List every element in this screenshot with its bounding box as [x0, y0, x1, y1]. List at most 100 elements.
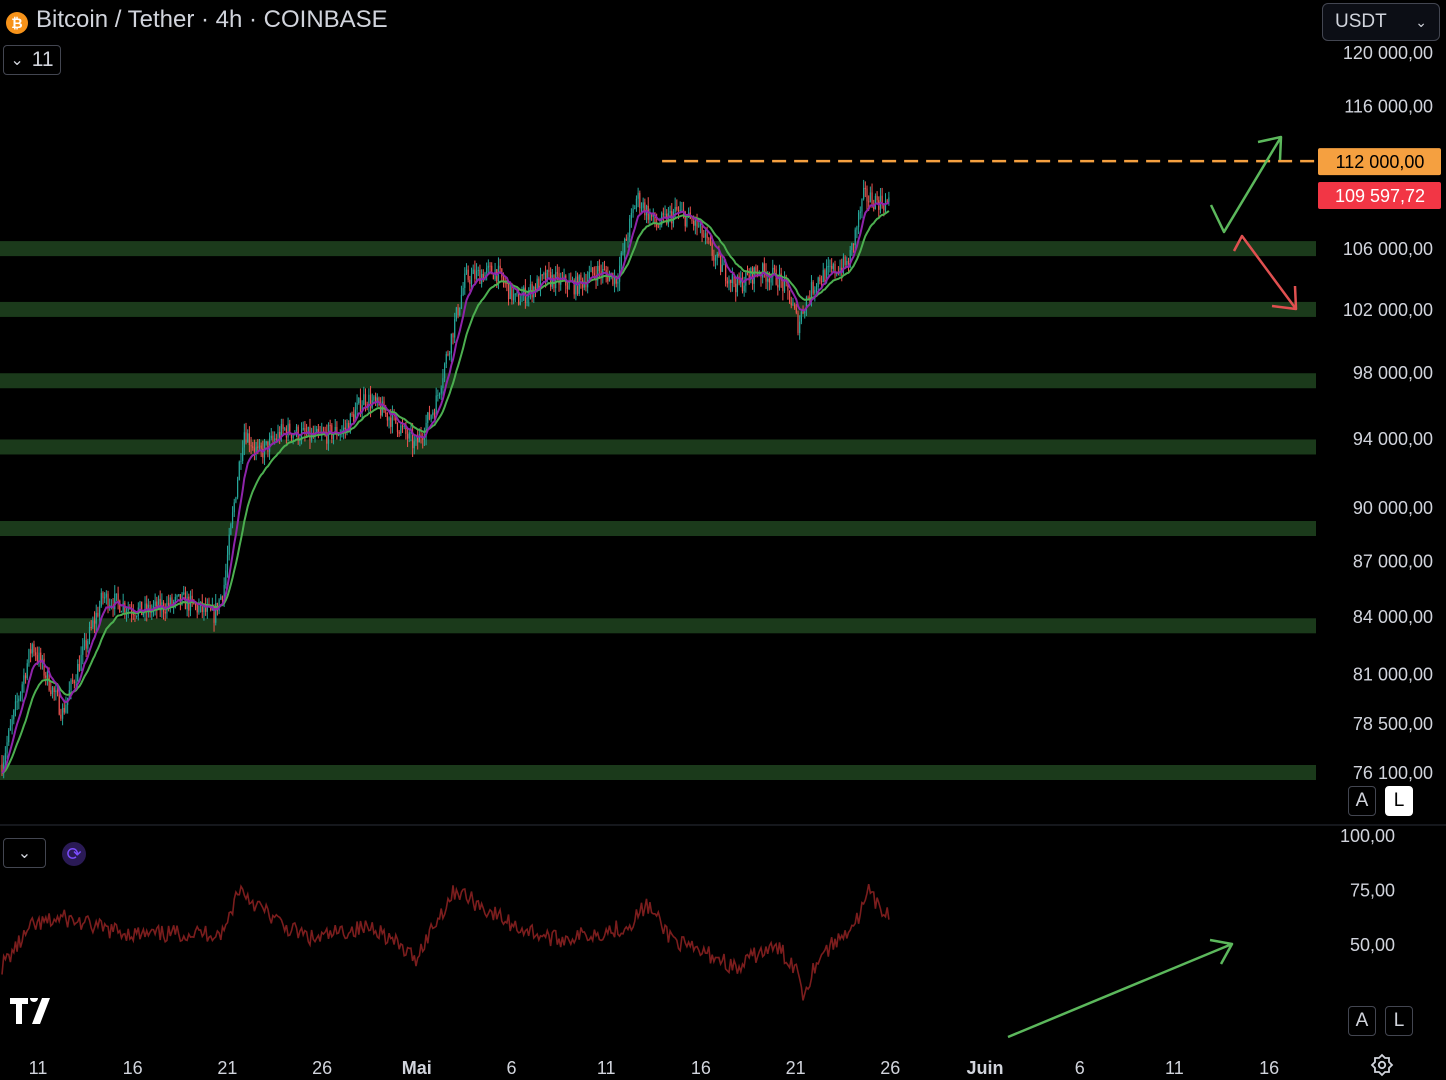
resistance-price-label: 112 000,00 [1336, 152, 1425, 172]
rsi-panel-toggle-button[interactable]: ⌄ [3, 838, 46, 868]
candle-body [679, 209, 681, 211]
candle-body [516, 293, 518, 295]
candle-body [433, 412, 436, 416]
candle-body [252, 446, 254, 448]
gear-icon[interactable] [1370, 1053, 1394, 1077]
candle-body [824, 270, 826, 283]
candle-body [504, 282, 506, 284]
candle-body [191, 595, 193, 600]
candle-body [464, 273, 466, 288]
candle-body [859, 211, 861, 213]
x-tick-label: 26 [880, 1058, 900, 1078]
candle-body [99, 606, 101, 617]
candle-body [87, 641, 89, 649]
x-tick-label: Juin [966, 1058, 1003, 1078]
candle-body [486, 267, 488, 273]
candle-body [406, 433, 409, 439]
candle-body [139, 601, 141, 608]
candle-body [763, 263, 765, 272]
candle-body [363, 394, 365, 406]
candle-body [625, 239, 627, 241]
candle-body [863, 187, 865, 199]
candle-body [630, 212, 632, 219]
candle-body [358, 397, 360, 404]
candle-body [844, 256, 846, 266]
chart-title: Bitcoin / Tether · 4h · COINBASE [36, 6, 388, 33]
chevron-down-icon: ⌄ [17, 845, 32, 862]
candle-body [284, 428, 286, 430]
candle-body [822, 270, 824, 283]
candle-body [398, 432, 400, 434]
candle-body [56, 690, 59, 694]
candle-body [575, 276, 577, 295]
candle-body [662, 213, 664, 215]
candle-body [704, 233, 707, 237]
rsi-auto-scale-button[interactable]: A [1348, 1006, 1376, 1036]
sync-icon[interactable]: ⟳ [62, 842, 86, 866]
candle-body [248, 433, 250, 446]
support-zone [0, 241, 1316, 257]
candle-body [477, 269, 479, 271]
candle-body [518, 293, 520, 305]
candle-body [385, 412, 387, 414]
candle-body [831, 265, 833, 269]
candle-body [681, 209, 683, 211]
candle-body [432, 412, 434, 416]
candle-body [75, 681, 77, 684]
candle-body [438, 393, 441, 395]
chart-canvas[interactable]: 11 16 21 26 Mai 6 11 16 21 26 Juin 6 11 16 120 000,00 1… [0, 0, 1446, 1080]
candle-body [790, 303, 792, 306]
candle-body [238, 461, 240, 480]
candle-body [417, 437, 419, 443]
support-zone [0, 521, 1316, 537]
candle-body [649, 213, 651, 220]
candle-body [46, 671, 49, 678]
rsi-log-scale-button[interactable]: L [1385, 1006, 1413, 1036]
candle-body [233, 502, 235, 513]
candle-body [521, 295, 523, 302]
candle-body [807, 297, 809, 299]
candle-body [871, 192, 873, 205]
candle-body [474, 269, 476, 279]
candle-body [287, 423, 289, 438]
candle-body [711, 243, 713, 256]
candle-body [812, 282, 814, 294]
y-tick-label: 116 000,00 [1344, 97, 1433, 117]
candle-body [792, 304, 794, 306]
support-zone [0, 373, 1316, 389]
x-tick-label: 11 [1165, 1058, 1184, 1078]
candle-body [817, 277, 819, 287]
y-tick-label: 84 000,00 [1353, 607, 1433, 627]
candle-body [364, 394, 367, 405]
candle-body [176, 595, 178, 598]
y-tick-label: 102 000,00 [1343, 300, 1433, 320]
candle-body [19, 692, 22, 699]
log-scale-button[interactable]: L [1385, 786, 1413, 816]
candle-body [479, 269, 481, 284]
candle-body [489, 265, 491, 267]
candle-body [228, 534, 230, 555]
auto-scale-button[interactable]: A [1348, 786, 1376, 816]
candle-body [243, 432, 245, 448]
candle-body [713, 255, 715, 261]
candle-body [4, 753, 6, 763]
candle-body [686, 216, 688, 227]
candle-body [359, 397, 362, 413]
currency-select[interactable]: USDT ⌄ [1322, 3, 1440, 41]
candle-body [820, 281, 823, 283]
candle-body [507, 283, 510, 300]
candle-body [401, 425, 404, 427]
candle-body [773, 267, 776, 270]
candle-body [380, 405, 382, 416]
ema-fast-line [1, 201, 890, 774]
candle-body [265, 441, 267, 444]
candle-body [698, 225, 700, 227]
candle-body [257, 446, 259, 448]
candle-body [16, 701, 18, 703]
candle-body [33, 644, 35, 653]
indicators-toggle-button[interactable]: ⌄ 11 [3, 45, 61, 75]
candle-body [260, 445, 262, 449]
candle-body [819, 277, 821, 282]
candle-body [462, 287, 464, 295]
candle-body [674, 206, 676, 212]
